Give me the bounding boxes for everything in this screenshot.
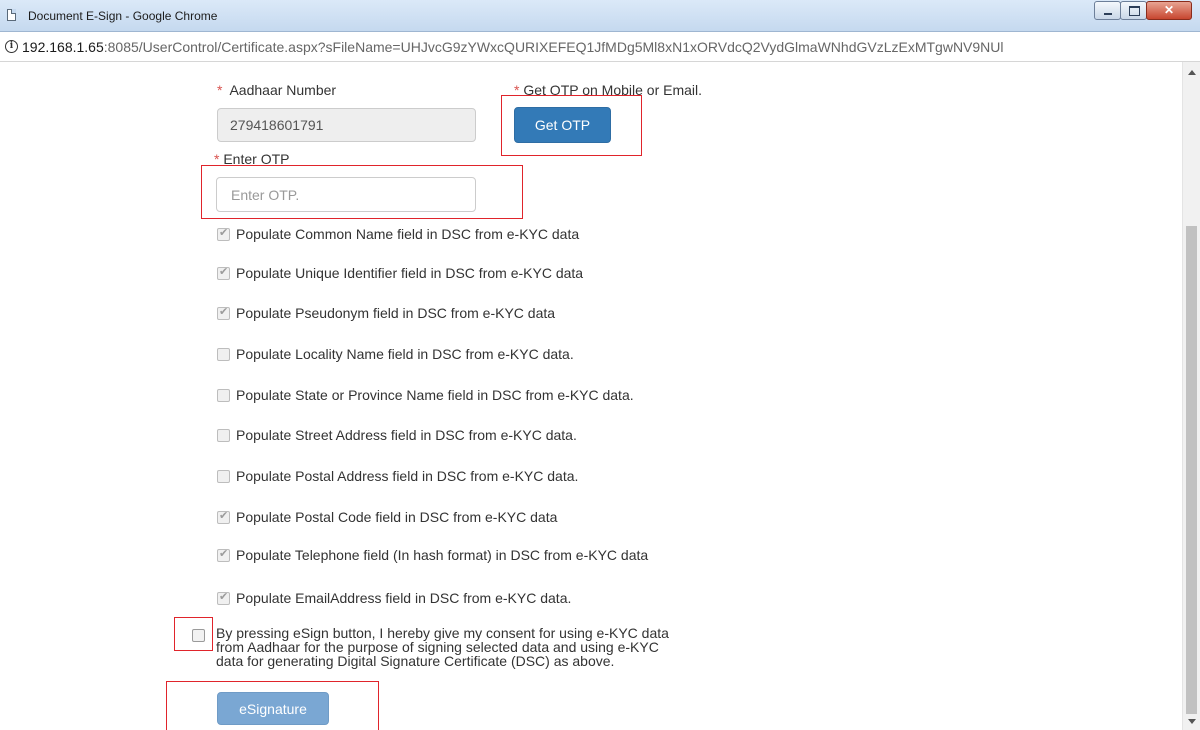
checkbox-row[interactable]: Populate Telephone field (In hash format… — [217, 546, 648, 564]
scroll-down-icon[interactable] — [1188, 719, 1196, 724]
checkbox-row[interactable]: Populate Postal Address field in DSC fro… — [217, 467, 578, 485]
checkbox-label: Populate Postal Code field in DSC from e… — [236, 509, 558, 525]
window-controls — [1094, 1, 1192, 20]
consent-line: from Aadhaar for the purpose of signing … — [216, 639, 659, 655]
aadhaar-label-text: Aadhaar Number — [229, 82, 337, 98]
scroll-up-icon[interactable] — [1188, 70, 1196, 75]
window-title-bar: Document E-Sign - Google Chrome — [0, 0, 1200, 32]
checkbox[interactable] — [217, 226, 230, 241]
checkbox-row[interactable]: Populate Common Name field in DSC from e… — [217, 225, 579, 243]
consent-text: By pressing eSign button, I hereby give … — [216, 626, 786, 668]
url-path: :8085/UserControl/Certificate.aspx?sFile… — [103, 39, 1004, 55]
checkbox[interactable] — [217, 590, 230, 605]
checkbox-label: Populate Pseudonym field in DSC from e-K… — [236, 305, 556, 321]
checkbox-label: Populate Locality Name field in DSC from… — [236, 346, 574, 362]
checkbox-label: Populate Street Address field in DSC fro… — [236, 427, 577, 443]
esignature-button[interactable]: eSignature — [217, 692, 329, 725]
checkbox-row[interactable]: Populate Pseudonym field in DSC from e-K… — [217, 304, 555, 322]
checkbox-label: Populate State or Province Name field in… — [236, 387, 634, 403]
scrollbar-thumb[interactable] — [1186, 226, 1197, 714]
checkbox-row[interactable]: Populate Unique Identifier field in DSC … — [217, 264, 583, 282]
checkbox-label: Populate Unique Identifier field in DSC … — [236, 265, 584, 281]
aadhaar-label: * Aadhaar Number — [217, 82, 336, 98]
checkbox-row[interactable]: Populate Street Address field in DSC fro… — [217, 426, 577, 444]
get-otp-button[interactable]: Get OTP — [514, 107, 611, 143]
checkbox[interactable] — [217, 347, 230, 361]
aadhaar-number-field — [217, 108, 476, 142]
consent-checkbox[interactable] — [192, 629, 205, 642]
close-icon[interactable] — [1146, 1, 1192, 20]
checkbox[interactable] — [217, 388, 230, 402]
checkbox-label: Populate EmailAddress field in DSC from … — [236, 590, 572, 606]
checkbox[interactable] — [217, 265, 230, 280]
checkbox[interactable] — [217, 428, 230, 442]
checkbox-row[interactable]: Populate State or Province Name field in… — [217, 386, 634, 404]
checkbox[interactable] — [217, 509, 230, 524]
checkbox-label: Populate Telephone field (In hash format… — [236, 547, 649, 563]
checkbox[interactable] — [217, 305, 230, 320]
window-title: Document E-Sign - Google Chrome — [28, 9, 218, 23]
checkbox-row[interactable]: Populate EmailAddress field in DSC from … — [217, 589, 571, 607]
checkbox[interactable] — [217, 547, 230, 562]
consent-line: By pressing eSign button, I hereby give … — [216, 625, 669, 641]
checkbox-label: Populate Postal Address field in DSC fro… — [236, 468, 579, 484]
vertical-scrollbar[interactable] — [1182, 62, 1200, 730]
info-icon[interactable]: i — [5, 40, 18, 53]
consent-line: data for generating Digital Signature Ce… — [216, 653, 615, 669]
checkbox[interactable] — [217, 469, 230, 483]
minimize-icon[interactable] — [1094, 1, 1121, 20]
required-marker: * — [217, 82, 223, 98]
url-text[interactable]: 192.168.1.65:8085/UserControl/Certificat… — [22, 39, 1004, 55]
url-host: 192.168.1.65 — [22, 39, 104, 55]
checkbox-row[interactable]: Populate Postal Code field in DSC from e… — [217, 508, 557, 526]
checkbox-row[interactable]: Populate Locality Name field in DSC from… — [217, 345, 574, 363]
maximize-icon[interactable] — [1120, 1, 1147, 20]
document-icon — [7, 9, 16, 21]
address-bar[interactable]: i 192.168.1.65:8085/UserControl/Certific… — [0, 32, 1200, 62]
checkbox-label: Populate Common Name field in DSC from e… — [236, 226, 580, 242]
otp-input[interactable] — [216, 177, 476, 212]
